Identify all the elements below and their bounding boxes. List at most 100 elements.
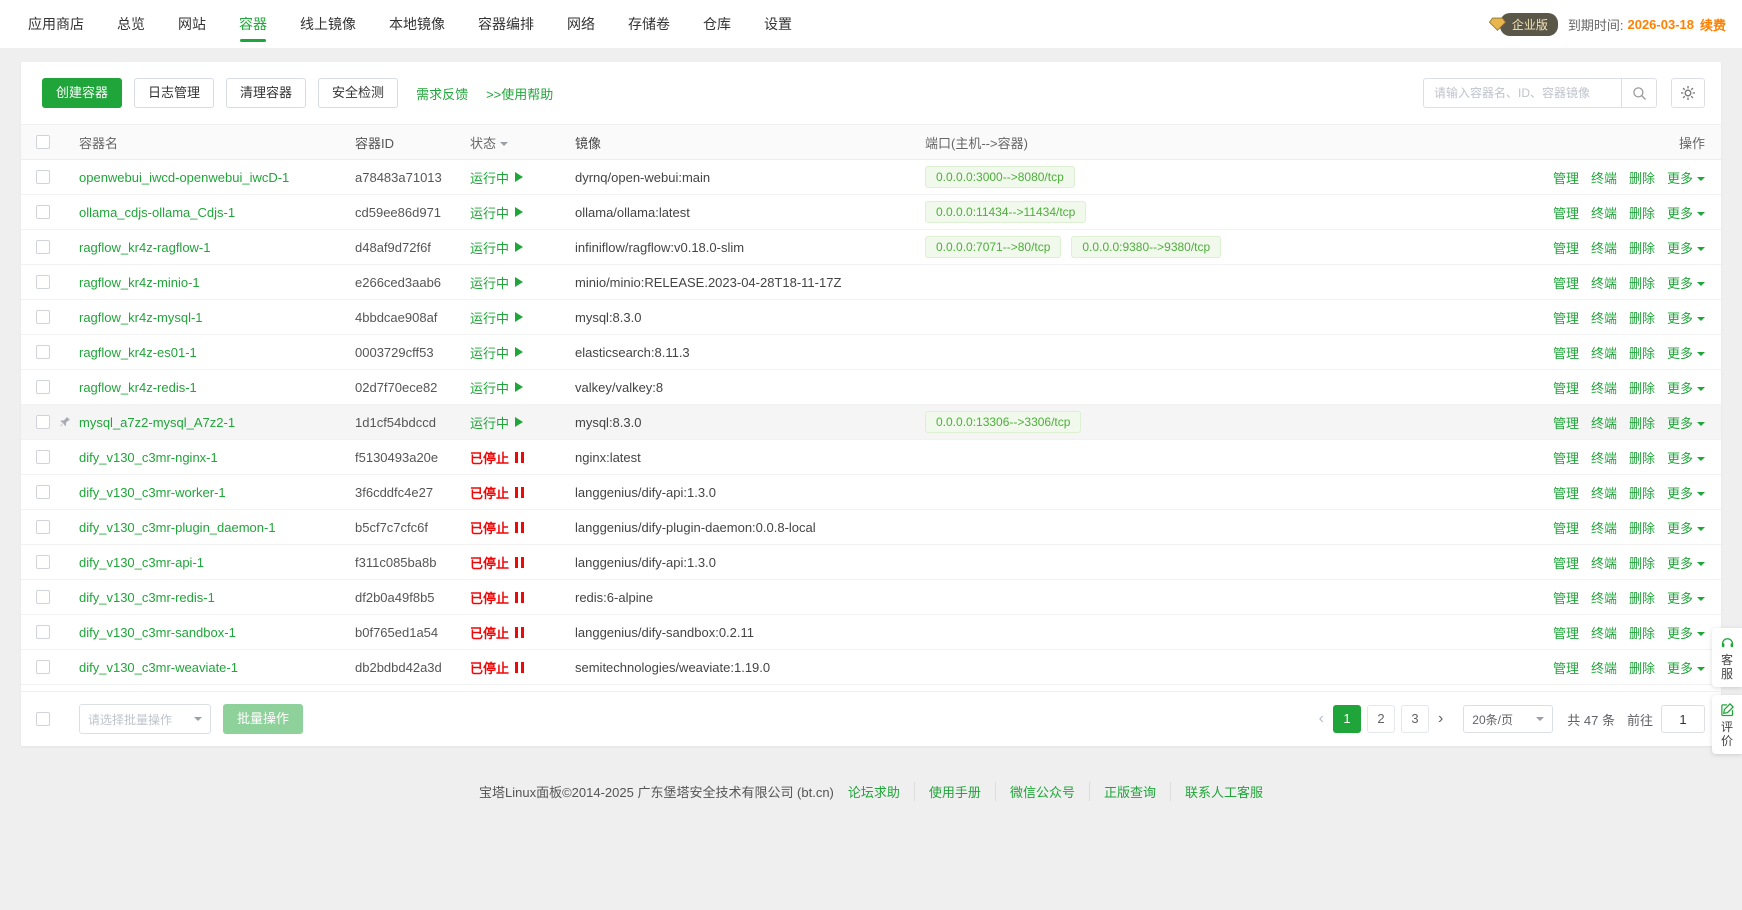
footer-link-0[interactable]: 论坛求助: [848, 782, 900, 801]
help-link[interactable]: >>使用帮助: [486, 84, 553, 103]
row-action-manage[interactable]: 管理: [1553, 276, 1579, 291]
row-checkbox[interactable]: [36, 240, 50, 254]
row-action-delete[interactable]: 删除: [1629, 661, 1655, 676]
footer-link-2[interactable]: 微信公众号: [995, 782, 1075, 801]
row-checkbox[interactable]: [36, 205, 50, 219]
select-all-checkbox[interactable]: [36, 135, 50, 149]
row-action-manage[interactable]: 管理: [1553, 311, 1579, 326]
prev-page-arrow[interactable]: ‹: [1313, 710, 1330, 728]
row-action-delete[interactable]: 删除: [1629, 556, 1655, 571]
row-action-more[interactable]: 更多: [1667, 241, 1705, 256]
row-checkbox[interactable]: [36, 415, 50, 429]
row-action-more[interactable]: 更多: [1667, 416, 1705, 431]
batch-operation-button[interactable]: 批量操作: [223, 704, 303, 734]
container-name-link[interactable]: mysql_a7z2-mysql_A7z2-1: [79, 415, 235, 430]
search-button[interactable]: [1621, 78, 1657, 108]
container-name-link[interactable]: ragflow_kr4z-es01-1: [79, 345, 197, 360]
row-action-more[interactable]: 更多: [1667, 311, 1705, 326]
row-action-terminal[interactable]: 终端: [1591, 241, 1617, 256]
row-action-terminal[interactable]: 终端: [1591, 206, 1617, 221]
container-name-link[interactable]: dify_v130_c3mr-api-1: [79, 555, 204, 570]
row-action-delete[interactable]: 删除: [1629, 486, 1655, 501]
review-button[interactable]: 评价: [1712, 695, 1742, 754]
batch-select-all-checkbox[interactable]: [36, 712, 50, 726]
nav-tab-2[interactable]: 网站: [178, 0, 206, 48]
feedback-link[interactable]: 需求反馈: [416, 84, 468, 103]
row-action-delete[interactable]: 删除: [1629, 451, 1655, 466]
row-action-manage[interactable]: 管理: [1553, 171, 1579, 186]
row-action-more[interactable]: 更多: [1667, 661, 1705, 676]
row-action-manage[interactable]: 管理: [1553, 626, 1579, 641]
row-action-delete[interactable]: 删除: [1629, 416, 1655, 431]
container-name-link[interactable]: ragflow_kr4z-redis-1: [79, 380, 197, 395]
row-checkbox[interactable]: [36, 660, 50, 674]
row-checkbox[interactable]: [36, 380, 50, 394]
row-action-more[interactable]: 更多: [1667, 276, 1705, 291]
row-action-terminal[interactable]: 终端: [1591, 346, 1617, 361]
customer-service-button[interactable]: 客服: [1712, 628, 1742, 687]
row-action-delete[interactable]: 删除: [1629, 381, 1655, 396]
row-action-more[interactable]: 更多: [1667, 486, 1705, 501]
row-checkbox[interactable]: [36, 170, 50, 184]
row-action-more[interactable]: 更多: [1667, 206, 1705, 221]
row-checkbox[interactable]: [36, 450, 50, 464]
container-name-link[interactable]: ragflow_kr4z-mysql-1: [79, 310, 203, 325]
page-size-select[interactable]: 20条/页: [1463, 705, 1553, 733]
row-action-manage[interactable]: 管理: [1553, 346, 1579, 361]
row-checkbox[interactable]: [36, 555, 50, 569]
row-action-terminal[interactable]: 终端: [1591, 416, 1617, 431]
nav-tab-10[interactable]: 设置: [764, 0, 792, 48]
row-checkbox[interactable]: [36, 520, 50, 534]
header-status-filter[interactable]: 状态: [470, 133, 575, 152]
footer-link-4[interactable]: 联系人工客服: [1170, 782, 1263, 801]
row-action-terminal[interactable]: 终端: [1591, 591, 1617, 606]
row-action-more[interactable]: 更多: [1667, 346, 1705, 361]
row-action-delete[interactable]: 删除: [1629, 591, 1655, 606]
renew-link[interactable]: 续费: [1700, 15, 1726, 34]
search-input[interactable]: [1423, 78, 1621, 108]
settings-button[interactable]: [1671, 78, 1705, 108]
row-checkbox[interactable]: [36, 625, 50, 639]
row-action-manage[interactable]: 管理: [1553, 661, 1579, 676]
row-action-delete[interactable]: 删除: [1629, 346, 1655, 361]
container-name-link[interactable]: dify_v130_c3mr-worker-1: [79, 485, 226, 500]
row-action-delete[interactable]: 删除: [1629, 311, 1655, 326]
row-action-terminal[interactable]: 终端: [1591, 521, 1617, 536]
container-name-link[interactable]: dify_v130_c3mr-redis-1: [79, 590, 215, 605]
row-action-delete[interactable]: 删除: [1629, 521, 1655, 536]
row-action-terminal[interactable]: 终端: [1591, 556, 1617, 571]
row-action-terminal[interactable]: 终端: [1591, 451, 1617, 466]
nav-tab-1[interactable]: 总览: [117, 0, 145, 48]
nav-tab-6[interactable]: 容器编排: [478, 0, 534, 48]
row-action-manage[interactable]: 管理: [1553, 241, 1579, 256]
footer-link-3[interactable]: 正版查询: [1089, 782, 1156, 801]
nav-tab-7[interactable]: 网络: [567, 0, 595, 48]
row-action-manage[interactable]: 管理: [1553, 591, 1579, 606]
row-action-delete[interactable]: 删除: [1629, 626, 1655, 641]
row-checkbox[interactable]: [36, 485, 50, 499]
row-action-delete[interactable]: 删除: [1629, 241, 1655, 256]
security-check-button[interactable]: 安全检测: [318, 78, 398, 108]
nav-tab-3[interactable]: 容器: [239, 0, 267, 48]
row-action-manage[interactable]: 管理: [1553, 556, 1579, 571]
goto-page-input[interactable]: [1661, 705, 1705, 733]
container-name-link[interactable]: openwebui_iwcd-openwebui_iwcD-1: [79, 170, 289, 185]
row-action-more[interactable]: 更多: [1667, 451, 1705, 466]
container-name-link[interactable]: dify_v130_c3mr-nginx-1: [79, 450, 218, 465]
row-action-terminal[interactable]: 终端: [1591, 626, 1617, 641]
row-checkbox[interactable]: [36, 275, 50, 289]
row-checkbox[interactable]: [36, 345, 50, 359]
row-action-more[interactable]: 更多: [1667, 381, 1705, 396]
row-checkbox[interactable]: [36, 310, 50, 324]
row-action-more[interactable]: 更多: [1667, 171, 1705, 186]
page-button-3[interactable]: 3: [1401, 705, 1429, 733]
row-action-terminal[interactable]: 终端: [1591, 486, 1617, 501]
row-checkbox[interactable]: [36, 590, 50, 604]
row-action-manage[interactable]: 管理: [1553, 206, 1579, 221]
container-name-link[interactable]: dify_v130_c3mr-weaviate-1: [79, 660, 238, 675]
batch-operation-select[interactable]: 请选择批量操作: [79, 704, 211, 734]
nav-tab-0[interactable]: 应用商店: [28, 0, 84, 48]
row-action-more[interactable]: 更多: [1667, 521, 1705, 536]
row-action-manage[interactable]: 管理: [1553, 451, 1579, 466]
container-name-link[interactable]: ragflow_kr4z-minio-1: [79, 275, 200, 290]
